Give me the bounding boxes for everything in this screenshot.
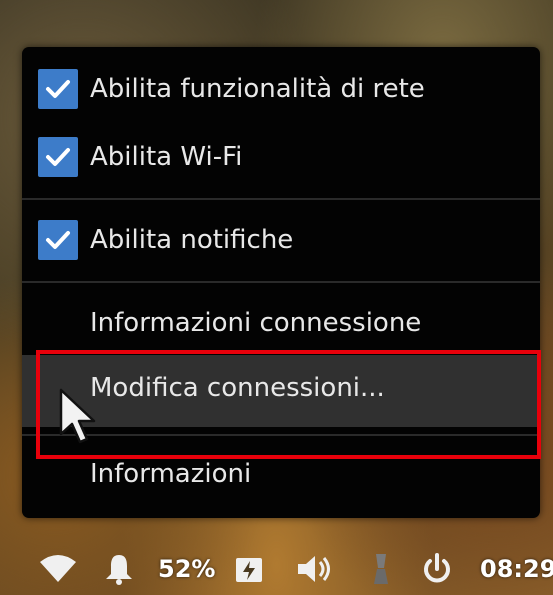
menu-item-enable-notifications[interactable]: Abilita notifiche (22, 216, 540, 264)
notification-bell-icon[interactable] (102, 552, 136, 586)
menu-item-label: Informazioni connessione (90, 308, 422, 338)
checkbox-checked-icon[interactable] (38, 69, 78, 109)
battery-charging-icon[interactable] (234, 552, 264, 586)
menu-item-connection-info[interactable]: Informazioni connessione (22, 299, 540, 347)
menu-item-label: Informazioni (90, 459, 252, 489)
brush-icon[interactable] (370, 552, 392, 586)
checkbox-checked-icon[interactable] (38, 137, 78, 177)
wifi-icon[interactable] (38, 552, 78, 586)
menu-item-enable-networking[interactable]: Abilita funzionalità di rete (22, 65, 540, 113)
menu-separator (22, 281, 540, 283)
mouse-pointer-icon (59, 388, 96, 444)
menu-item-enable-wifi[interactable]: Abilita Wi-Fi (22, 133, 540, 181)
menu-separator (22, 198, 540, 200)
menu-item-label: Abilita notifiche (90, 225, 294, 255)
highlight-box (36, 350, 541, 459)
checkbox-checked-icon[interactable] (38, 220, 78, 260)
menu-item-label: Abilita funzionalità di rete (90, 74, 425, 104)
battery-percent: 52% (158, 555, 216, 583)
menu-item-label: Abilita Wi-Fi (90, 142, 243, 172)
volume-icon[interactable] (295, 552, 335, 586)
power-icon[interactable] (420, 552, 454, 586)
clock[interactable]: 08:29 (480, 552, 553, 586)
